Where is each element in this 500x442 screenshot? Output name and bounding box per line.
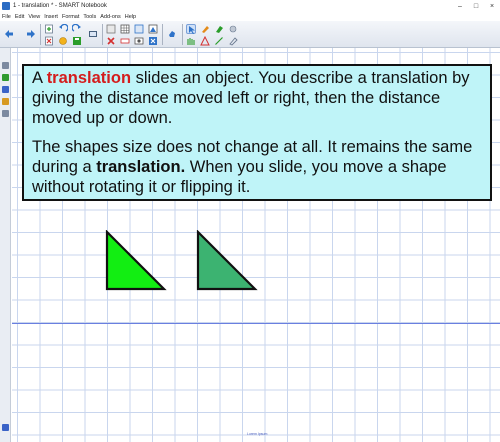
smart-notebook-app-icon (2, 2, 10, 10)
screen-shade-icon[interactable] (106, 24, 116, 34)
original-triangle[interactable] (105, 230, 167, 292)
side-tab-strip (0, 48, 11, 442)
save-icon[interactable] (72, 36, 82, 46)
undo-icon[interactable] (58, 24, 68, 34)
delete-icon[interactable] (106, 36, 116, 46)
window-controls: – □ × (452, 0, 500, 12)
redo-icon[interactable] (58, 36, 68, 46)
original-triangle-fill (105, 230, 167, 291)
toolbar (0, 21, 500, 48)
menu-edit[interactable]: Edit (15, 14, 24, 20)
menu-insert[interactable]: Insert (44, 14, 58, 20)
menu-tools[interactable]: Tools (83, 14, 96, 20)
lesson-text-box[interactable]: A translation slides an object. You desc… (22, 64, 492, 201)
fullscreen-icon[interactable] (134, 24, 144, 34)
menu-add-ons[interactable]: Add-ons (100, 14, 121, 20)
window-title: 1 - translation * - SMART Notebook (13, 3, 107, 9)
maximize-button[interactable]: □ (468, 0, 484, 12)
menu-help[interactable]: Help (125, 14, 136, 20)
line-icon[interactable] (214, 36, 224, 46)
blue-guide-line (12, 323, 500, 324)
properties-tab-icon[interactable] (2, 98, 9, 105)
menu-format[interactable]: Format (62, 14, 79, 20)
menu-view[interactable]: View (28, 14, 40, 20)
gallery-tab-icon[interactable] (2, 74, 9, 81)
select-icon[interactable] (186, 24, 196, 34)
auto-hide-icon[interactable] (2, 424, 9, 431)
table-icon[interactable] (120, 24, 130, 34)
paste-icon[interactable] (88, 29, 98, 39)
page-footer-label: Lorem Ipsum (247, 432, 268, 436)
notebook-page-canvas[interactable]: A translation slides an object. You desc… (12, 48, 500, 442)
add-ons-tab-icon[interactable] (2, 110, 9, 117)
keyword-translation: translation (46, 69, 132, 87)
document-camera-icon[interactable] (134, 36, 144, 46)
pen-icon[interactable] (186, 36, 196, 46)
menu-file[interactable]: File (2, 14, 11, 20)
highlighter-icon[interactable] (200, 24, 210, 34)
title-bar: 1 - translation * - SMART Notebook – □ × (0, 0, 500, 12)
add-page-icon[interactable] (44, 24, 54, 34)
delete-page-icon[interactable] (44, 36, 54, 46)
minimize-button[interactable]: – (452, 0, 468, 12)
attachments-tab-icon[interactable] (2, 86, 9, 93)
fill-icon[interactable] (228, 36, 238, 46)
open-icon[interactable] (72, 24, 82, 34)
close-page-icon[interactable] (148, 36, 158, 46)
eraser-icon[interactable] (214, 24, 224, 34)
page-sorter-tab-icon[interactable] (2, 62, 9, 69)
close-button[interactable]: × (484, 0, 500, 12)
forward-arrow-icon[interactable] (26, 29, 36, 39)
capture-icon[interactable] (148, 24, 158, 34)
menu-bar: File Edit View Insert Format Tools Add-o… (0, 12, 500, 21)
keyword-translation-bold: translation. (96, 158, 186, 176)
magic-pen-icon[interactable] (228, 24, 238, 34)
lesson-paragraph-2: The shapes size does not change at all. … (32, 138, 473, 196)
translated-triangle-fill (196, 230, 258, 291)
shapes-icon[interactable] (200, 36, 210, 46)
translated-triangle[interactable] (196, 230, 258, 292)
pointer-hand-icon[interactable] (167, 29, 177, 39)
lesson-paragraph-1: A translation slides an object. You desc… (32, 69, 470, 127)
back-arrow-icon[interactable] (4, 29, 14, 39)
show-hide-icon[interactable] (120, 36, 130, 46)
